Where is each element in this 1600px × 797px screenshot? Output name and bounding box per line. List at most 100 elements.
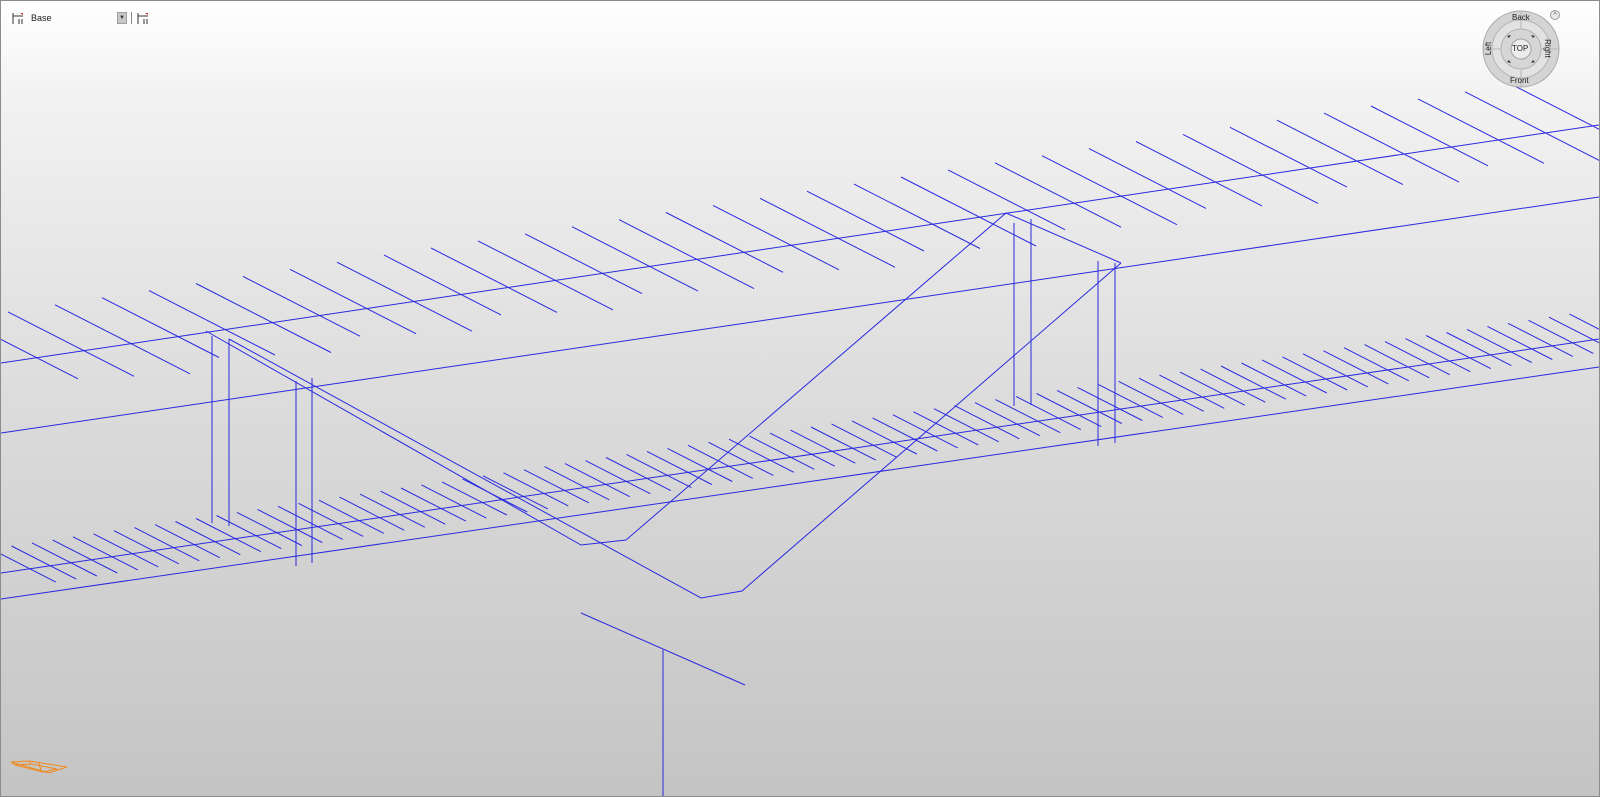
lower-joist bbox=[380, 490, 446, 525]
lower-joist bbox=[93, 533, 159, 568]
lower-joist bbox=[1405, 338, 1471, 373]
upper-joist bbox=[1229, 126, 1348, 188]
lower-joist bbox=[687, 444, 754, 479]
lower-joist bbox=[974, 402, 1041, 437]
lower-joist bbox=[1241, 362, 1307, 397]
lower-joist bbox=[646, 450, 713, 485]
lower-joist bbox=[236, 511, 303, 546]
lower-joist bbox=[851, 420, 918, 455]
lower-joist bbox=[1466, 328, 1533, 363]
lower-joist bbox=[339, 496, 405, 531]
view-cube-left[interactable]: Left bbox=[1484, 42, 1493, 55]
level-icon[interactable] bbox=[11, 11, 26, 26]
lower-joist bbox=[72, 536, 139, 571]
lower-joist bbox=[933, 408, 1000, 443]
view-cube-right[interactable]: Right bbox=[1543, 39, 1552, 58]
view-cube-front[interactable]: Front bbox=[1510, 76, 1529, 85]
upper-joist bbox=[947, 169, 1066, 231]
upper-joist bbox=[1088, 148, 1207, 209]
upper-joist bbox=[1182, 133, 1319, 204]
lower-joist bbox=[1261, 359, 1328, 394]
upper-joist bbox=[195, 283, 332, 353]
lower-joist bbox=[1507, 322, 1574, 357]
lower-joist bbox=[1179, 371, 1246, 406]
view-cube-wheel[interactable]: TOP Back Front Left Right bbox=[1482, 10, 1560, 88]
upper-joist bbox=[430, 247, 558, 313]
upper-beam-front bbox=[1, 196, 1599, 434]
lower-joist bbox=[195, 518, 262, 553]
upper-joist bbox=[1323, 112, 1460, 183]
lower-joist bbox=[1323, 350, 1389, 385]
view-cube-top[interactable]: TOP bbox=[1512, 44, 1528, 53]
lower-joist bbox=[277, 505, 344, 540]
lower-joist bbox=[400, 487, 467, 522]
lower-joist bbox=[1364, 344, 1430, 379]
lower-joist bbox=[113, 530, 180, 565]
lower-joist bbox=[790, 429, 856, 464]
lower-joist bbox=[564, 463, 631, 498]
upper-joist bbox=[1417, 98, 1545, 164]
upper-joist bbox=[383, 254, 502, 316]
lower-joist bbox=[1159, 374, 1225, 409]
lower-joist bbox=[1487, 325, 1553, 360]
level-settings-icon[interactable] bbox=[136, 11, 151, 26]
lower-joist bbox=[728, 438, 795, 473]
lower-joist bbox=[216, 515, 282, 550]
lower-joist bbox=[359, 493, 426, 528]
lower-joist bbox=[1138, 377, 1205, 412]
upper-joist bbox=[1464, 91, 1599, 161]
upper-joist bbox=[524, 233, 643, 295]
lower-joist bbox=[1036, 393, 1102, 428]
lower-joist bbox=[995, 399, 1061, 434]
upper-joist bbox=[7, 311, 135, 377]
lower-joist bbox=[626, 453, 692, 489]
lower-joist bbox=[810, 426, 877, 461]
lower-joist bbox=[441, 481, 508, 516]
lower-joist bbox=[318, 499, 385, 534]
upper-joist bbox=[336, 261, 473, 332]
wireframe-model bbox=[1, 84, 1599, 796]
lower-joist bbox=[1446, 332, 1512, 367]
upper-beam-back bbox=[1, 124, 1599, 364]
lower-joist bbox=[1302, 353, 1369, 388]
chevron-down-icon[interactable]: ▼ bbox=[117, 12, 127, 24]
lower-joist bbox=[52, 539, 118, 574]
lower-joist bbox=[523, 469, 590, 504]
lower-joist bbox=[154, 524, 221, 559]
toolbar-separator bbox=[131, 12, 132, 24]
brace-run-1 bbox=[205, 212, 1122, 546]
lower-joist bbox=[134, 527, 200, 562]
lower-joist bbox=[954, 405, 1020, 440]
lower-joist bbox=[175, 521, 241, 556]
upper-joist bbox=[806, 190, 925, 252]
upper-joist bbox=[712, 204, 840, 271]
lower-joist bbox=[831, 423, 897, 458]
upper-joist bbox=[289, 268, 417, 335]
upper-joist bbox=[853, 183, 981, 249]
lower-joist bbox=[257, 508, 323, 543]
lower-joist bbox=[421, 484, 487, 519]
lower-joist bbox=[1528, 319, 1594, 354]
lower-beam-back bbox=[1, 338, 1599, 574]
lower-joist bbox=[708, 441, 774, 476]
upper-joist bbox=[994, 162, 1122, 228]
lower-joist bbox=[1425, 335, 1492, 370]
lower-joist bbox=[1118, 380, 1184, 415]
upper-joist bbox=[54, 304, 191, 375]
lower-joist bbox=[872, 417, 938, 452]
chevron-up-icon[interactable]: ^ bbox=[1550, 10, 1560, 20]
lower-joist bbox=[892, 414, 959, 449]
upper-joist bbox=[1135, 141, 1263, 207]
level-name[interactable]: Base bbox=[31, 13, 117, 23]
lower-joist bbox=[1220, 365, 1287, 400]
level-toolbar: Base ▼ bbox=[11, 9, 151, 27]
lower-joist bbox=[1282, 356, 1348, 391]
3d-viewport[interactable]: Base ▼ TOP Back Front Left Right ^ bbox=[0, 0, 1600, 797]
view-cube-back[interactable]: Back bbox=[1512, 13, 1530, 22]
lower-joist bbox=[544, 466, 610, 501]
lower-joist bbox=[1015, 396, 1082, 431]
upper-joist bbox=[1276, 119, 1404, 186]
lower-joist bbox=[749, 435, 815, 470]
brace-run-2 bbox=[228, 262, 1122, 599]
upper-joist bbox=[665, 212, 784, 273]
